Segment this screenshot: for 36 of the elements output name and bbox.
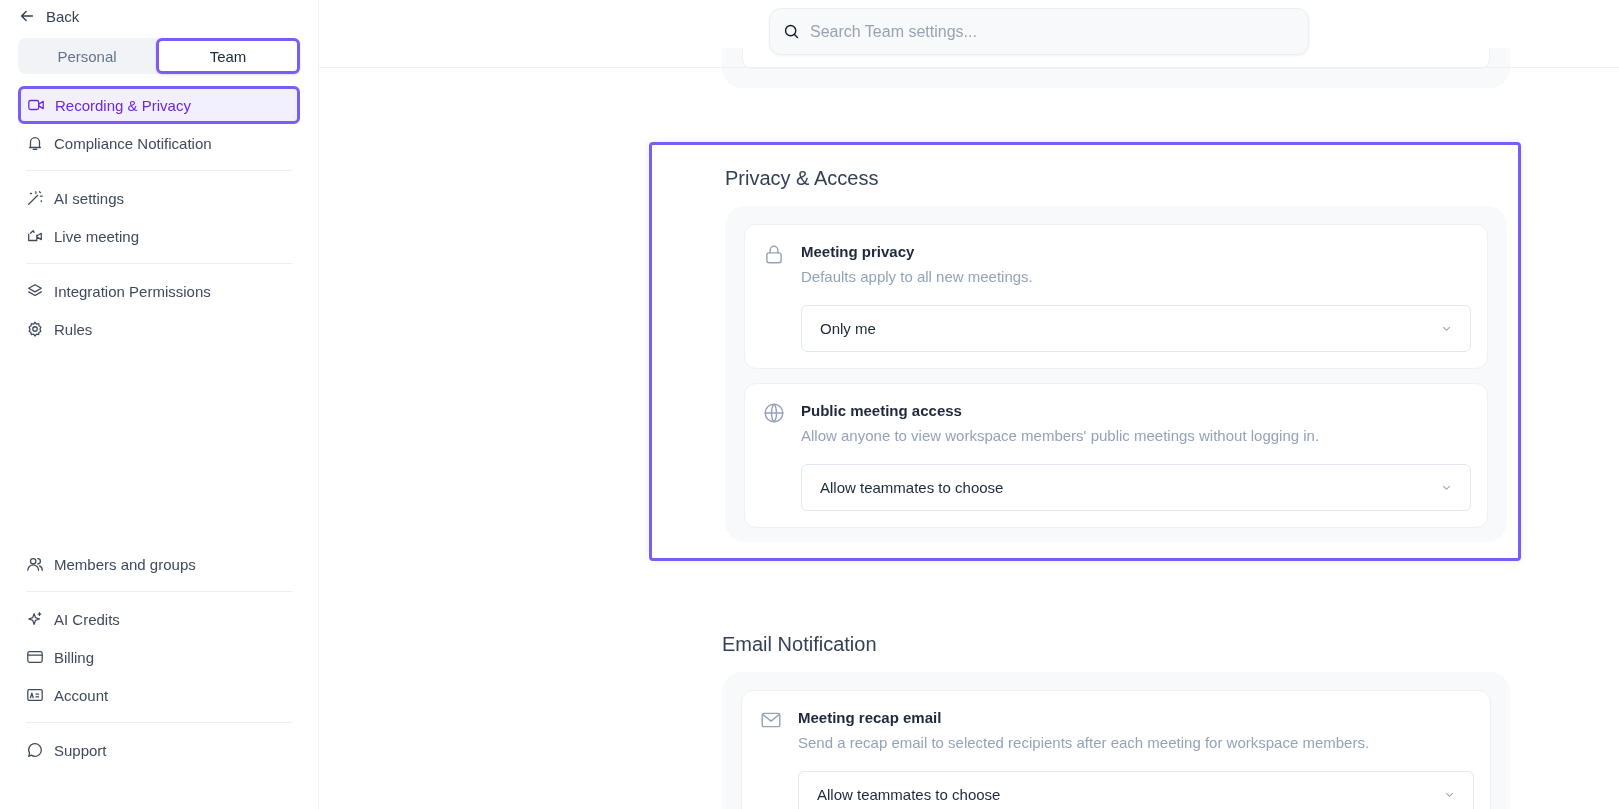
nav-item[interactable]: Integration Permissions [18, 272, 300, 310]
nav-item[interactable]: AI settings [18, 179, 300, 217]
setting-title: Meeting recap email [798, 709, 943, 726]
section-title: Privacy & Access [725, 167, 880, 190]
nav-item[interactable]: Support [18, 731, 300, 769]
lock-icon [763, 243, 785, 265]
dropdown[interactable]: Allow teammates to choose [801, 464, 1471, 511]
bell-icon [26, 134, 44, 152]
section-title: Email Notification [722, 633, 878, 656]
nav-item[interactable]: Live meeting [18, 217, 300, 255]
nav-item[interactable]: AI Credits [18, 600, 300, 638]
dropdown[interactable]: Only me [801, 305, 1471, 352]
setting-description: Allow anyone to view workspace members' public meetings without logging in. [801, 427, 1321, 444]
idcard-icon [26, 686, 44, 704]
card-icon [26, 648, 44, 666]
sparkle-icon [26, 610, 44, 628]
setting-description: Send a recap email to selected recipients after each meeting for workspace members. [798, 734, 1371, 751]
chat-icon [26, 741, 44, 759]
dropdown[interactable]: Allow teammates to choose [798, 771, 1474, 809]
setting-title: Meeting privacy [801, 243, 916, 260]
tab[interactable]: Personal [18, 38, 156, 74]
nav-item[interactable]: Rules [18, 310, 300, 348]
gear-icon [26, 320, 44, 338]
setting-title: Public meeting access [801, 402, 963, 419]
nav-item[interactable]: Recording & Privacy [18, 86, 300, 124]
tab[interactable]: Team [156, 38, 300, 74]
nav-item[interactable]: Compliance Notification [18, 124, 300, 162]
globe-icon [763, 402, 785, 424]
users-icon [26, 555, 44, 573]
wand-icon [26, 189, 44, 207]
back-link[interactable]: Back [18, 0, 80, 32]
nav-item[interactable]: Billing [18, 638, 300, 676]
nav-item[interactable]: Members and groups [18, 545, 300, 583]
nav-item[interactable]: Account [18, 676, 300, 714]
search-field[interactable]: Search Team settings... [769, 8, 1309, 55]
setting-description: Defaults apply to all new meetings. [801, 268, 1034, 285]
